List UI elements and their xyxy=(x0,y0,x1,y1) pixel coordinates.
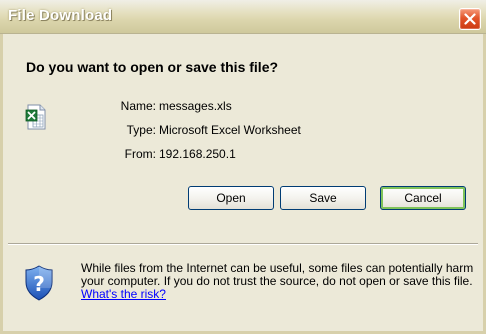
close-icon xyxy=(464,13,476,25)
file-type-value: Microsoft Excel Worksheet xyxy=(159,123,301,137)
warning-message: While files from the Internet can be use… xyxy=(81,261,474,288)
close-button[interactable] xyxy=(459,8,481,30)
file-download-dialog: File Download Do you want to open or sav… xyxy=(0,0,486,334)
section-divider xyxy=(8,243,478,245)
whats-the-risk-link[interactable]: What's the risk? xyxy=(81,287,166,301)
excel-file-icon xyxy=(25,104,46,130)
cancel-button[interactable]: Cancel xyxy=(380,186,466,210)
file-from-label: From: xyxy=(124,147,156,161)
file-from-value: 192.168.250.1 xyxy=(159,147,236,161)
security-warning: While files from the Internet can be use… xyxy=(81,262,476,301)
dialog-question: Do you want to open or save this file? xyxy=(26,59,279,75)
window-title: File Download xyxy=(8,7,113,24)
shield-icon: ? xyxy=(25,265,53,301)
save-button[interactable]: Save xyxy=(280,186,366,210)
file-type-label: Type: xyxy=(126,123,156,137)
file-type-row: Type: xyxy=(96,123,156,139)
file-name-label: Name: xyxy=(120,99,156,113)
file-from-row: From: xyxy=(96,147,156,163)
svg-text:?: ? xyxy=(33,272,45,296)
file-name-row: Name: xyxy=(96,99,156,115)
title-bar[interactable]: File Download xyxy=(0,0,486,34)
open-button[interactable]: Open xyxy=(188,186,274,210)
file-name-value: messages.xls xyxy=(159,99,232,113)
